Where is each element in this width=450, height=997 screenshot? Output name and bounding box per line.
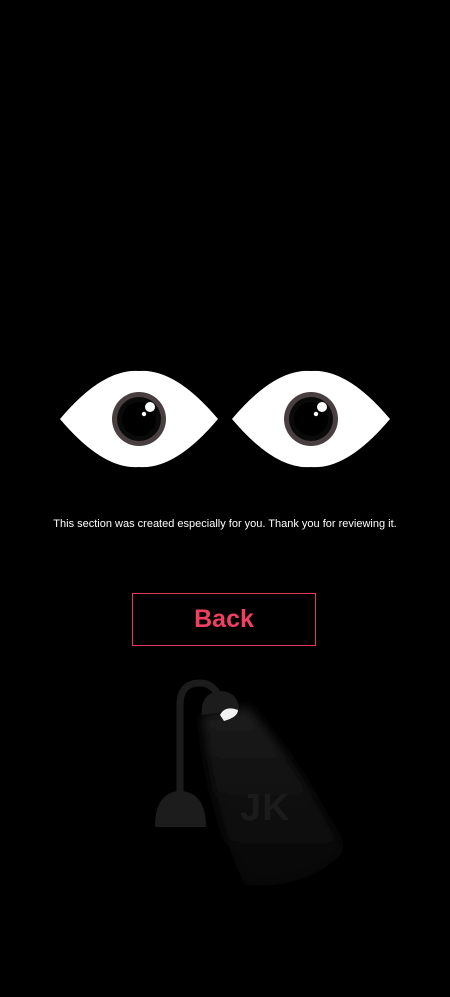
- left-eye-icon: [60, 370, 218, 468]
- thank-you-message: This section was created especially for …: [53, 518, 397, 530]
- right-eye-icon: [232, 370, 390, 468]
- back-button[interactable]: Back: [132, 593, 316, 646]
- jk-watermark: JK: [240, 787, 291, 829]
- eyes-illustration: [0, 360, 450, 475]
